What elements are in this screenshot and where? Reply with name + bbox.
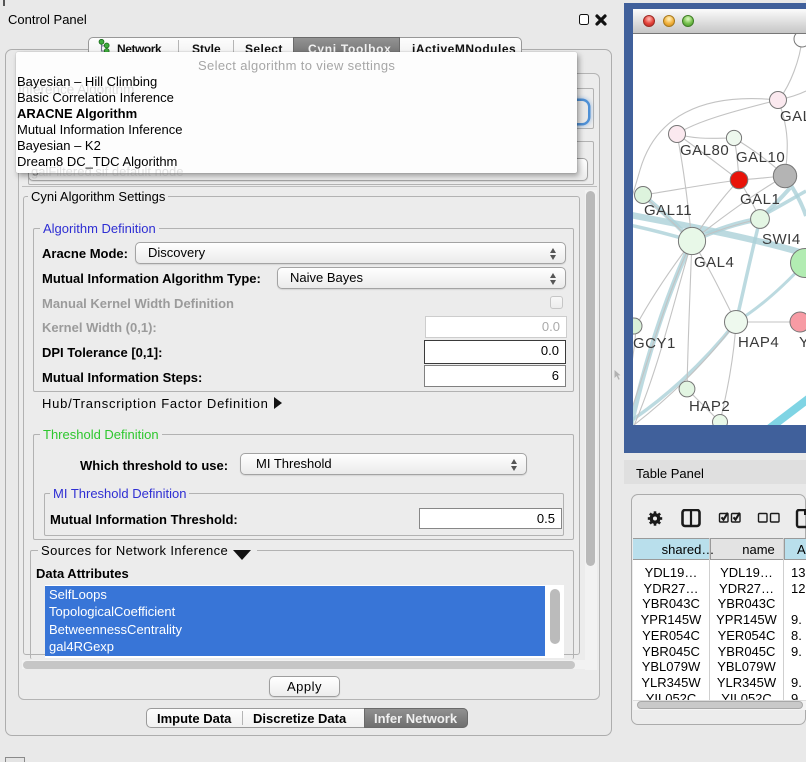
svg-text:Y: Y — [799, 334, 806, 351]
svg-text:GCY1: GCY1 — [633, 335, 676, 352]
svg-text:GAL80: GAL80 — [680, 142, 729, 159]
svg-text:GAL11: GAL11 — [644, 202, 692, 219]
svg-text:HAP4: HAP4 — [738, 334, 779, 351]
svg-text:GAL7: GAL7 — [780, 108, 806, 125]
svg-text:HAP2: HAP2 — [689, 398, 730, 415]
svg-text:GAL4: GAL4 — [694, 254, 734, 271]
svg-text:SWI4: SWI4 — [762, 231, 801, 248]
svg-text:GAL1: GAL1 — [740, 191, 780, 208]
svg-text:GAL10: GAL10 — [736, 149, 785, 166]
